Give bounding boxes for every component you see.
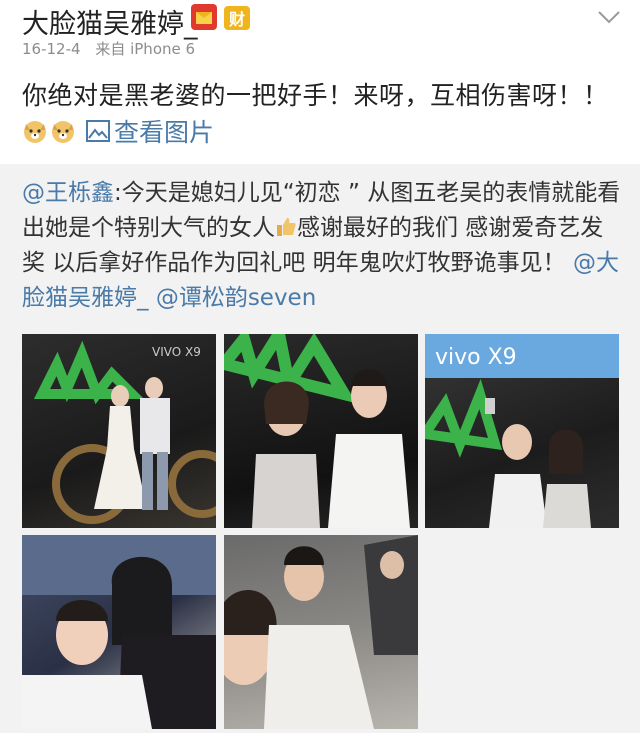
photo-thumbnail[interactable] xyxy=(22,535,216,729)
wealth-badge[interactable]: 财 xyxy=(224,6,250,30)
envelope-badge-icon[interactable] xyxy=(191,4,217,30)
post-source: 来自 iPhone 6 xyxy=(95,40,196,58)
view-images-link[interactable]: 查看图片 xyxy=(86,113,214,149)
photo-thumbnail[interactable]: VIVO X9 xyxy=(22,334,216,528)
repost-author[interactable]: @王栎鑫 xyxy=(22,180,114,206)
doge-emoji-icon xyxy=(52,121,74,143)
mention-link[interactable]: @谭松韵seven xyxy=(156,285,316,311)
photo-thumbnail[interactable] xyxy=(224,535,418,729)
post-meta: 16-12-4 来自 iPhone 6 xyxy=(22,38,205,59)
post-date: 16-12-4 xyxy=(22,40,81,58)
image-icon xyxy=(86,120,110,142)
emoji-row: 查看图片 xyxy=(22,115,214,147)
post-header: 大脸猫吴雅婷_ 财 16-12-4 来自 iPhone 6 xyxy=(0,0,640,64)
thumbs-up-icon xyxy=(277,218,296,236)
username[interactable]: 大脸猫吴雅婷_ xyxy=(22,2,198,41)
view-images-label: 查看图片 xyxy=(114,118,215,147)
photo-brand-text: vivo X9 xyxy=(435,345,517,370)
photo-thumbnail[interactable] xyxy=(224,334,418,528)
doge-emoji-icon xyxy=(24,121,46,143)
photo-brand-text: VIVO X9 xyxy=(152,345,201,359)
post-content: 你绝对是黑老婆的一把好手！来呀，互相伤害呀！！ xyxy=(22,81,609,110)
photo-thumbnail[interactable]: vivo X9 xyxy=(425,334,619,528)
repost-text: @王栎鑫:今天是媳妇儿见“初恋 ” 从图五老吴的表情就能看出她是个特别大气的女人… xyxy=(22,176,622,316)
chevron-down-icon[interactable] xyxy=(596,4,622,30)
